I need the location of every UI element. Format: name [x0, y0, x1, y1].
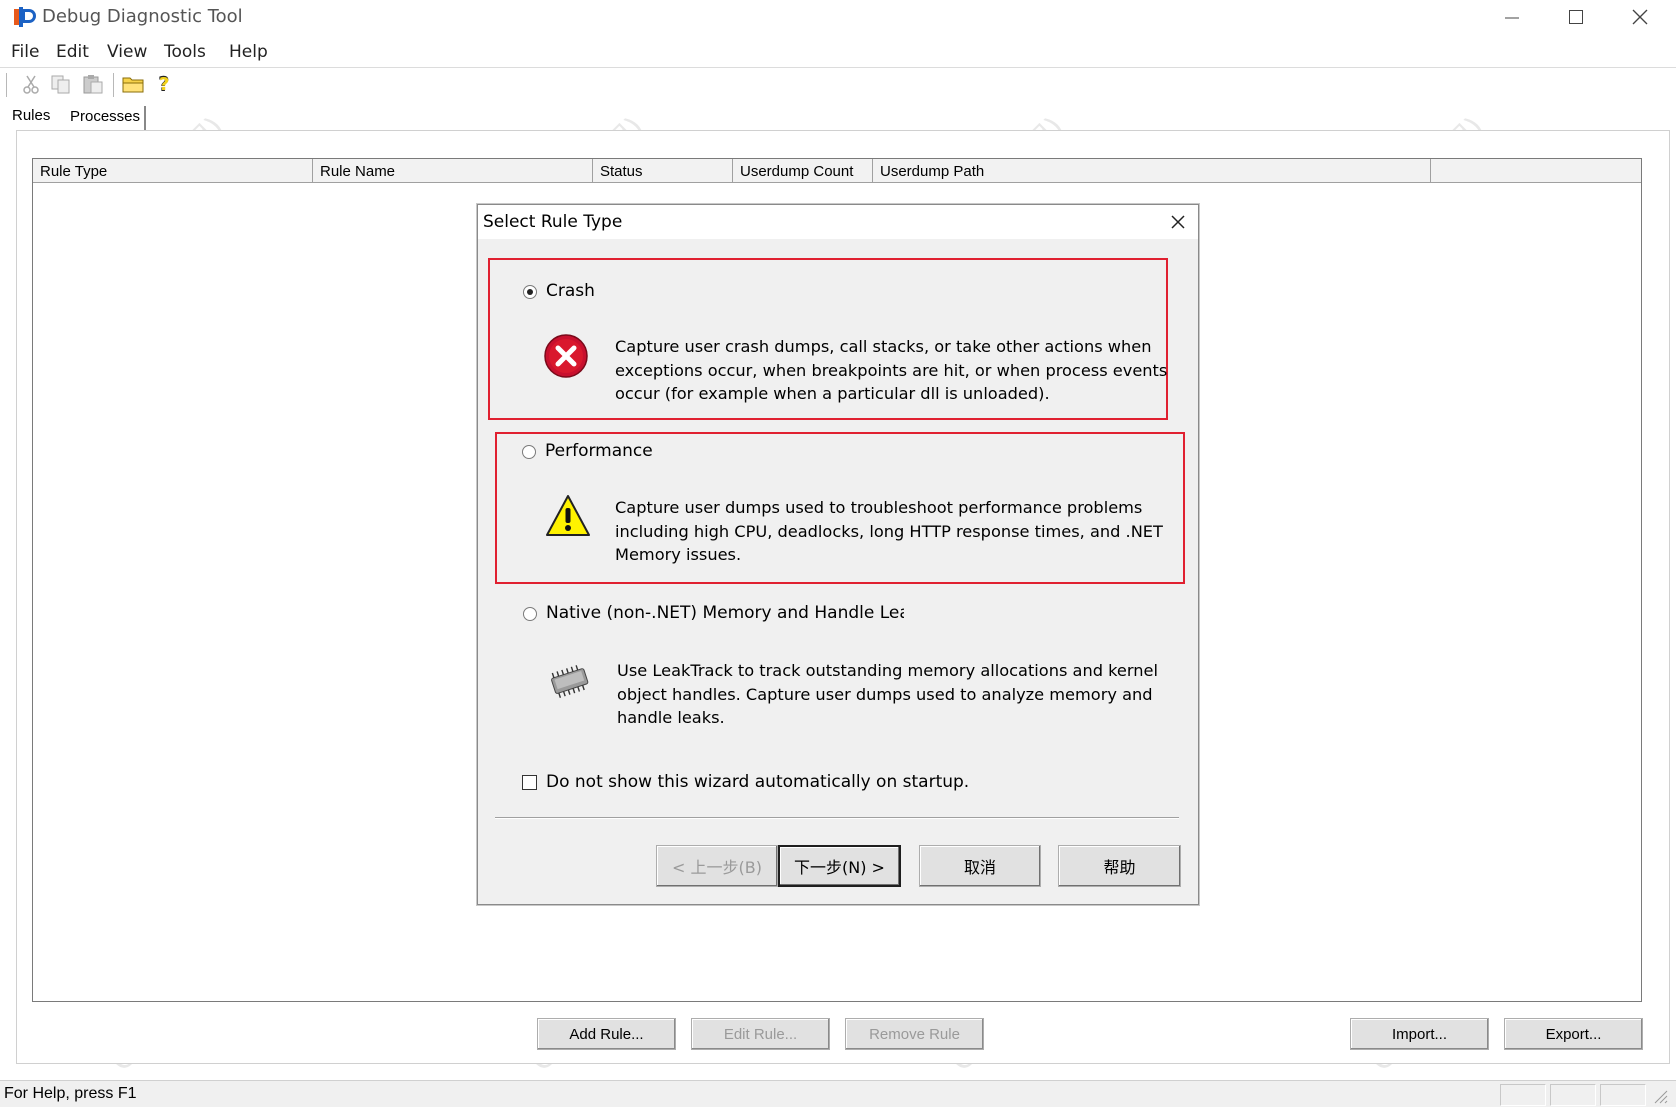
performance-radio[interactable]	[522, 445, 536, 459]
toolbar-grip	[6, 73, 8, 97]
add-rule-button[interactable]: Add Rule...	[537, 1018, 676, 1050]
performance-label[interactable]: Performance	[545, 441, 653, 461]
export-button[interactable]: Export...	[1504, 1018, 1643, 1050]
dialog-divider	[495, 817, 1179, 819]
status-text: For Help, press F1	[4, 1085, 137, 1102]
minimize-icon	[1505, 17, 1519, 19]
tab-processes[interactable]: Processes	[64, 106, 146, 130]
status-pane	[1600, 1084, 1646, 1106]
dialog-title: Select Rule Type	[483, 212, 623, 232]
copy-icon[interactable]	[50, 74, 72, 98]
dialog-title-bar: Select Rule Type	[478, 205, 1198, 239]
column-header-status[interactable]: Status	[593, 159, 733, 183]
title-bar: Debug Diagnostic Tool	[0, 0, 1676, 34]
native-memory-description: Use LeakTrack to track outstanding memor…	[617, 661, 1158, 727]
toolbar: ??	[0, 70, 1676, 100]
toolbar-separator	[113, 73, 115, 97]
maximize-button[interactable]	[1544, 0, 1608, 34]
help-icon[interactable]: ??	[156, 72, 174, 100]
back-button[interactable]: < 上一步(B)	[656, 845, 778, 887]
native-memory-radio[interactable]	[523, 607, 537, 621]
menu-edit[interactable]: Edit	[56, 42, 89, 62]
status-pane	[1550, 1084, 1596, 1106]
error-icon	[544, 334, 588, 378]
paste-icon[interactable]	[82, 74, 104, 98]
edit-rule-button[interactable]: Edit Rule...	[691, 1018, 830, 1050]
svg-text:?: ?	[159, 74, 169, 95]
menu-file[interactable]: File	[11, 42, 39, 62]
close-icon	[1171, 215, 1185, 229]
do-not-show-checkbox[interactable]	[522, 775, 537, 790]
close-button[interactable]	[1608, 0, 1672, 34]
open-folder-icon[interactable]	[122, 74, 146, 98]
close-icon	[1632, 9, 1648, 25]
next-button[interactable]: 下一步(N) >	[778, 845, 901, 887]
minimize-button[interactable]	[1480, 0, 1544, 34]
menu-bar: File Edit View Tools Help	[0, 38, 1676, 66]
crash-radio[interactable]	[523, 285, 537, 299]
remove-rule-button[interactable]: Remove Rule	[845, 1018, 984, 1050]
import-button[interactable]: Import...	[1350, 1018, 1489, 1050]
dialog-close-button[interactable]	[1166, 211, 1190, 233]
cancel-button[interactable]: 取消	[919, 845, 1041, 887]
menu-view[interactable]: View	[107, 42, 147, 62]
app-logo-icon	[12, 6, 36, 28]
window-title: Debug Diagnostic Tool	[42, 6, 243, 27]
cut-icon[interactable]	[22, 74, 40, 98]
select-rule-type-dialog: Select Rule Type Crash Capture user cras…	[477, 204, 1199, 905]
column-header-userdump-path[interactable]: Userdump Path	[873, 159, 1431, 183]
column-header-rule-name[interactable]: Rule Name	[313, 159, 593, 183]
crash-description: Capture user crash dumps, call stacks, o…	[615, 337, 1168, 403]
column-header-rule-type[interactable]: Rule Type	[33, 159, 313, 183]
warning-icon	[546, 495, 590, 536]
maximize-icon	[1569, 10, 1583, 24]
tab-rules[interactable]: Rules	[8, 104, 62, 130]
memory-chip-icon	[551, 665, 589, 698]
crash-label[interactable]: Crash	[546, 281, 595, 301]
do-not-show-label[interactable]: Do not show this wizard automatically on…	[546, 772, 969, 792]
native-memory-label[interactable]: Native (non-.NET) Memory and Handle Leak	[546, 603, 904, 623]
status-pane	[1500, 1084, 1546, 1106]
help-button[interactable]: 帮助	[1058, 845, 1181, 887]
menu-help[interactable]: Help	[229, 42, 268, 62]
column-header-userdump-count[interactable]: Userdump Count	[733, 159, 873, 183]
resize-grip-icon[interactable]	[1652, 1088, 1668, 1104]
table-header: Rule Type Rule Name Status Userdump Coun…	[33, 159, 1641, 183]
status-bar	[0, 1080, 1676, 1107]
menu-tools[interactable]: Tools	[164, 42, 206, 62]
performance-description: Capture user dumps used to troubleshoot …	[615, 498, 1163, 564]
menu-divider	[0, 67, 1676, 68]
